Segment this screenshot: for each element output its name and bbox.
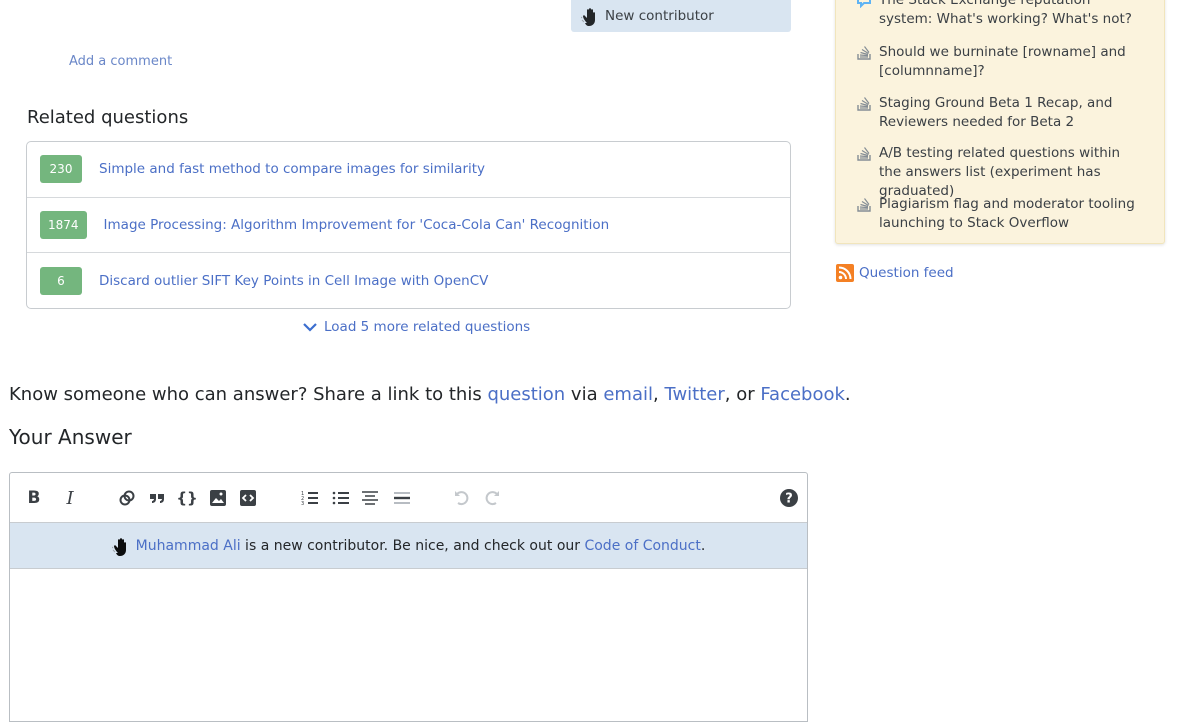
notice-suffix: . <box>700 537 706 554</box>
related-question-link[interactable]: Simple and fast method to compare images… <box>99 161 485 177</box>
link-button[interactable] <box>116 487 138 509</box>
meta-post-item: Plagiarism flag and moderator tooling la… <box>856 195 1146 233</box>
featured-meta-box: The Stack Exchange reputation system: Wh… <box>835 0 1165 244</box>
stack-icon <box>857 46 871 60</box>
share-text: via <box>565 384 604 405</box>
chevron-down-icon <box>303 323 317 332</box>
image-icon <box>210 490 226 506</box>
code-icon: {} <box>176 489 198 507</box>
help-button[interactable]: ? <box>778 487 800 509</box>
stack-icon <box>857 97 871 111</box>
score-badge: 230 <box>40 155 82 184</box>
meta-post-link[interactable]: Staging Ground Beta 1 Recap, and Reviewe… <box>879 94 1146 132</box>
related-question-link[interactable]: Image Processing: Algorithm Improvement … <box>104 217 610 233</box>
notice-text: is a new contributor. Be nice, and check… <box>240 537 585 554</box>
meta-post-item: Staging Ground Beta 1 Recap, and Reviewe… <box>856 94 1146 132</box>
blockquote-button[interactable] <box>146 487 168 509</box>
related-question-link[interactable]: Discard outlier SIFT Key Points in Cell … <box>99 273 488 289</box>
score-badge: 6 <box>40 266 82 295</box>
question-feed-link[interactable]: Question feed <box>836 264 954 282</box>
chat-icon <box>857 0 871 8</box>
bold-button[interactable]: B <box>23 487 45 509</box>
answer-body-input[interactable] <box>10 569 807 719</box>
snippet-button[interactable] <box>237 487 259 509</box>
meta-post-item: The Stack Exchange reputation system: Wh… <box>856 0 1146 29</box>
rss-icon <box>836 264 854 282</box>
related-questions-list: 230 Simple and fast method to compare im… <box>26 141 791 309</box>
share-email-link[interactable]: email <box>603 384 653 405</box>
new-contributor-notice: Muhammad Ali is a new contributor. Be ni… <box>10 522 807 569</box>
related-questions-heading: Related questions <box>27 107 189 128</box>
waving-hand-icon <box>581 8 595 26</box>
stack-icon <box>857 147 871 161</box>
score-badge: 1874 <box>40 210 87 239</box>
share-text: . <box>844 384 851 405</box>
answer-editor: B I {} 123 ? Muhammad Ali is a new contr… <box>9 472 808 722</box>
related-question-row: 6 Discard outlier SIFT Key Points in Cel… <box>27 253 790 308</box>
meta-post-item: Should we burninate [rowname] and [colum… <box>856 43 1146 81</box>
share-text: Know someone who can answer? Share a lin… <box>9 384 488 405</box>
blockquote-icon <box>150 494 164 503</box>
add-comment-link[interactable]: Add a comment <box>69 54 172 69</box>
link-icon <box>119 490 135 506</box>
bullet-list-button[interactable] <box>330 487 352 509</box>
meta-post-link[interactable]: A/B testing related questions within the… <box>879 144 1146 201</box>
share-text: , <box>652 384 665 405</box>
redo-icon <box>485 491 499 506</box>
ordered-list-icon: 123 <box>301 491 318 507</box>
contributor-user-link[interactable]: Muhammad Ali <box>136 538 241 554</box>
code-button[interactable]: {} <box>176 487 198 509</box>
your-answer-heading: Your Answer <box>9 425 132 449</box>
redo-button[interactable] <box>481 487 503 509</box>
undo-icon <box>455 491 469 506</box>
meta-post-link[interactable]: The Stack Exchange reputation system: Wh… <box>879 0 1146 29</box>
related-question-row: 1874 Image Processing: Algorithm Improve… <box>27 198 790 253</box>
related-question-row: 230 Simple and fast method to compare im… <box>27 142 790 198</box>
new-contributor-label: New contributor <box>605 8 714 24</box>
waving-hand-icon <box>111 537 126 556</box>
meta-post-link[interactable]: Plagiarism flag and moderator tooling la… <box>879 195 1146 233</box>
ordered-list-button[interactable]: 123 <box>299 487 321 509</box>
image-button[interactable] <box>207 487 229 509</box>
code-of-conduct-link[interactable]: Code of Conduct <box>584 538 700 554</box>
meta-post-item: A/B testing related questions within the… <box>856 144 1146 201</box>
snippet-icon <box>240 490 256 506</box>
heading-icon <box>362 491 378 505</box>
heading-button[interactable] <box>359 487 381 509</box>
meta-post-link[interactable]: Should we burninate [rowname] and [colum… <box>879 43 1146 81</box>
share-twitter-link[interactable]: Twitter <box>664 384 724 405</box>
share-text: , or <box>724 384 761 405</box>
italic-button[interactable]: I <box>59 487 81 509</box>
bullet-list-icon <box>332 491 349 505</box>
editor-toolbar: B I {} 123 ? <box>10 473 807 522</box>
help-icon: ? <box>780 489 798 507</box>
svg-text:?: ? <box>785 492 793 507</box>
question-feed-label: Question feed <box>859 265 954 281</box>
stack-icon <box>857 198 871 212</box>
share-facebook-link[interactable]: Facebook <box>760 384 845 405</box>
new-contributor-badge: New contributor <box>571 0 791 32</box>
svg-text:3: 3 <box>301 501 304 507</box>
share-prompt: Know someone who can answer? Share a lin… <box>9 384 851 405</box>
horizontal-rule-button[interactable] <box>391 487 413 509</box>
load-more-label: Load 5 more related questions <box>324 319 531 335</box>
share-question-link[interactable]: question <box>487 384 565 405</box>
horizontal-rule-icon <box>394 492 410 504</box>
undo-button[interactable] <box>451 487 473 509</box>
load-more-related-button[interactable]: Load 5 more related questions <box>302 319 530 335</box>
